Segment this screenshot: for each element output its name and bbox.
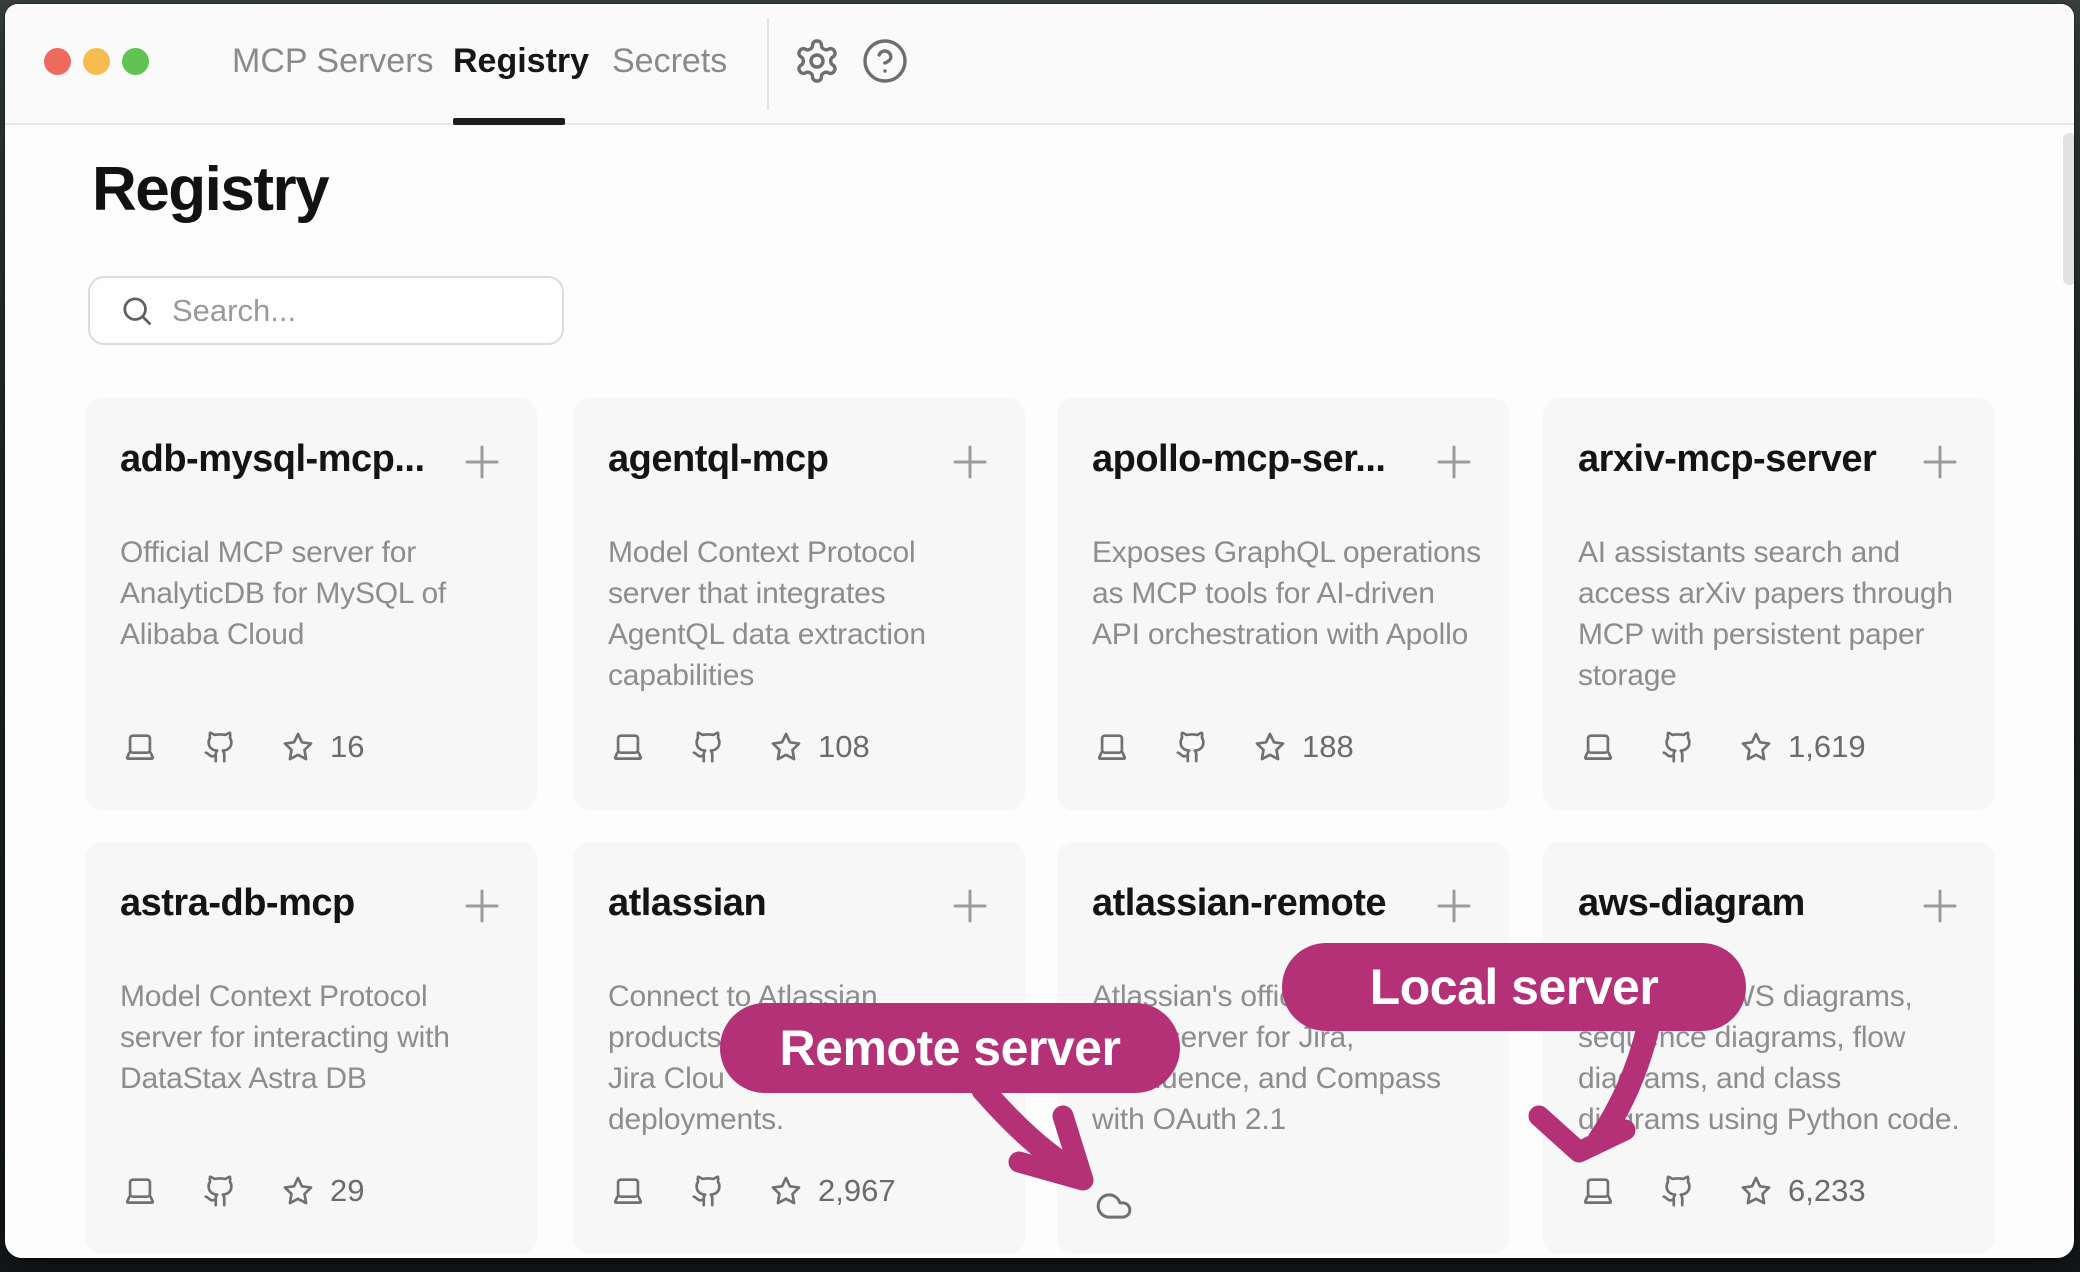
- card-footer: 29: [123, 1173, 364, 1209]
- card-footer: 188: [1095, 729, 1354, 765]
- star-count: 188: [1302, 729, 1354, 765]
- star-icon: [769, 730, 803, 764]
- server-name: arxiv-mcp-server: [1578, 438, 1876, 481]
- laptop-icon: [123, 1174, 157, 1208]
- add-server-button[interactable]: [948, 884, 992, 928]
- tab-registry[interactable]: Registry: [453, 42, 589, 81]
- close-window-button[interactable]: [44, 48, 71, 75]
- server-card-astra-db-mcp[interactable]: astra-db-mcp Model Context Protocol serv…: [85, 842, 537, 1254]
- star-count: 108: [818, 729, 870, 765]
- server-card-arxiv-mcp-server[interactable]: arxiv-mcp-server AI assistants search an…: [1543, 398, 1995, 810]
- laptop-icon: [1581, 1174, 1615, 1208]
- help-icon[interactable]: [861, 37, 909, 85]
- server-card-aws-diagram[interactable]: aws-diagram Generate AWS diagrams, seque…: [1543, 842, 1995, 1254]
- add-server-button[interactable]: [460, 884, 504, 928]
- laptop-icon: [1095, 730, 1129, 764]
- star-icon: [281, 730, 315, 764]
- star-icon: [769, 1174, 803, 1208]
- server-name: aws-diagram: [1578, 882, 1805, 925]
- search-icon: [120, 294, 153, 327]
- github-icon[interactable]: [691, 1174, 725, 1208]
- laptop-icon: [611, 1174, 645, 1208]
- tab-mcp-servers[interactable]: MCP Servers: [232, 42, 434, 81]
- minimize-window-button[interactable]: [83, 48, 110, 75]
- search-input[interactable]: [172, 293, 532, 329]
- star-count: 1,619: [1788, 729, 1866, 765]
- github-icon[interactable]: [1661, 730, 1695, 764]
- star-count: 2,967: [818, 1173, 896, 1209]
- github-icon[interactable]: [1661, 1174, 1695, 1208]
- tab-secrets[interactable]: Secrets: [612, 42, 727, 81]
- server-name: astra-db-mcp: [120, 882, 355, 925]
- server-name: apollo-mcp-ser...: [1092, 438, 1385, 481]
- add-server-button[interactable]: [1918, 884, 1962, 928]
- card-footer: [1095, 1173, 1133, 1225]
- server-description: Model Context Protocol server that integ…: [608, 532, 926, 696]
- server-card-agentql-mcp[interactable]: agentql-mcp Model Context Protocol serve…: [573, 398, 1025, 810]
- server-description: Model Context Protocol server for intera…: [120, 976, 450, 1099]
- github-icon[interactable]: [203, 1174, 237, 1208]
- add-server-button[interactable]: [460, 440, 504, 484]
- server-description: Official MCP server for AnalyticDB for M…: [120, 532, 446, 655]
- toolbar-divider: [767, 18, 769, 110]
- server-description: Exposes GraphQL operations as MCP tools …: [1092, 532, 1481, 655]
- remote-server-callout: Remote server: [720, 1003, 1180, 1093]
- title-bar: MCP Servers Registry Secrets: [5, 4, 2074, 125]
- star-icon: [1739, 1174, 1773, 1208]
- settings-gear-icon[interactable]: [793, 37, 841, 85]
- add-server-button[interactable]: [1432, 884, 1476, 928]
- laptop-icon: [123, 730, 157, 764]
- server-name: atlassian-remote: [1092, 882, 1386, 925]
- card-footer: 108: [611, 729, 870, 765]
- card-footer: 6,233: [1581, 1173, 1866, 1209]
- add-server-button[interactable]: [1432, 440, 1476, 484]
- star-count: 29: [330, 1173, 364, 1209]
- star-icon: [281, 1174, 315, 1208]
- laptop-icon: [611, 730, 645, 764]
- server-name: adb-mysql-mcp...: [120, 438, 425, 481]
- server-name: atlassian: [608, 882, 766, 925]
- active-tab-indicator: [453, 118, 565, 125]
- github-icon[interactable]: [1175, 730, 1209, 764]
- card-footer: 1,619: [1581, 729, 1866, 765]
- star-icon: [1739, 730, 1773, 764]
- cloud-icon: [1095, 1187, 1133, 1225]
- github-icon[interactable]: [691, 730, 725, 764]
- add-server-button[interactable]: [1918, 440, 1962, 484]
- star-count: 6,233: [1788, 1173, 1866, 1209]
- desktop-background: { "colors": { "accent": "#b53177", "card…: [0, 0, 2080, 1272]
- star-icon: [1253, 730, 1287, 764]
- server-description: AI assistants search and access arXiv pa…: [1578, 532, 1953, 696]
- card-footer: 2,967: [611, 1173, 896, 1209]
- server-name: agentql-mcp: [608, 438, 828, 481]
- star-count: 16: [330, 729, 364, 765]
- page-title: Registry: [92, 154, 328, 225]
- local-server-callout: Local server: [1282, 943, 1746, 1031]
- add-server-button[interactable]: [948, 440, 992, 484]
- github-icon[interactable]: [203, 730, 237, 764]
- card-footer: 16: [123, 729, 364, 765]
- vertical-scrollbar-thumb[interactable]: [2063, 133, 2074, 285]
- zoom-window-button[interactable]: [122, 48, 149, 75]
- app-window: MCP Servers Registry Secrets Registry: [5, 4, 2074, 1258]
- laptop-icon: [1581, 730, 1615, 764]
- server-card-adb-mysql-mcp[interactable]: adb-mysql-mcp... Official MCP server for…: [85, 398, 537, 810]
- server-card-apollo-mcp-server[interactable]: apollo-mcp-ser... Exposes GraphQL operat…: [1057, 398, 1509, 810]
- search-box[interactable]: [88, 276, 564, 345]
